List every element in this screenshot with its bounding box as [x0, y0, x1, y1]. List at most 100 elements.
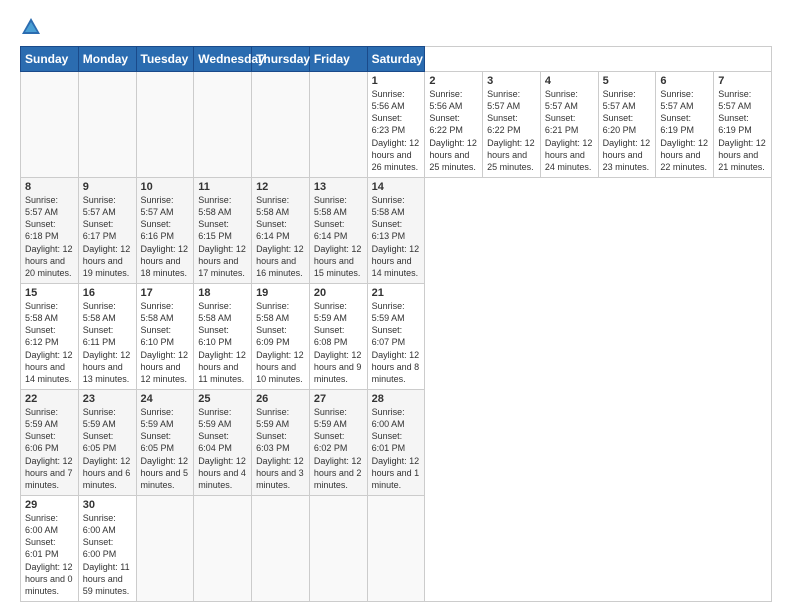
calendar-cell: 26Sunrise: 5:59 AMSunset: 6:03 PMDayligh… [252, 390, 310, 496]
calendar-cell: 17Sunrise: 5:58 AMSunset: 6:10 PMDayligh… [136, 284, 194, 390]
calendar-cell [194, 72, 252, 178]
day-number: 5 [603, 75, 652, 87]
calendar-week-row: 1Sunrise: 5:56 AMSunset: 6:23 PMDaylight… [21, 72, 772, 178]
day-info: Sunrise: 5:57 AMSunset: 6:20 PMDaylight:… [603, 88, 652, 173]
day-number: 21 [372, 287, 421, 299]
weekday-thursday: Thursday [252, 47, 310, 72]
calendar-cell: 13Sunrise: 5:58 AMSunset: 6:14 PMDayligh… [309, 178, 367, 284]
calendar-cell: 30Sunrise: 6:00 AMSunset: 6:00 PMDayligh… [78, 496, 136, 602]
day-number: 26 [256, 393, 305, 405]
calendar-cell: 8Sunrise: 5:57 AMSunset: 6:18 PMDaylight… [21, 178, 79, 284]
day-info: Sunrise: 5:59 AMSunset: 6:03 PMDaylight:… [256, 406, 305, 491]
calendar-cell [136, 72, 194, 178]
calendar-cell [309, 496, 367, 602]
day-info: Sunrise: 5:57 AMSunset: 6:22 PMDaylight:… [487, 88, 536, 173]
weekday-header-row: SundayMondayTuesdayWednesdayThursdayFrid… [21, 47, 772, 72]
day-info: Sunrise: 5:58 AMSunset: 6:14 PMDaylight:… [256, 194, 305, 279]
day-info: Sunrise: 5:59 AMSunset: 6:05 PMDaylight:… [141, 406, 190, 491]
calendar-body: 1Sunrise: 5:56 AMSunset: 6:23 PMDaylight… [21, 72, 772, 602]
calendar-week-row: 22Sunrise: 5:59 AMSunset: 6:06 PMDayligh… [21, 390, 772, 496]
calendar-cell: 27Sunrise: 5:59 AMSunset: 6:02 PMDayligh… [309, 390, 367, 496]
day-info: Sunrise: 5:58 AMSunset: 6:10 PMDaylight:… [141, 300, 190, 385]
day-info: Sunrise: 5:57 AMSunset: 6:17 PMDaylight:… [83, 194, 132, 279]
day-number: 14 [372, 181, 421, 193]
day-number: 9 [83, 181, 132, 193]
day-number: 29 [25, 499, 74, 511]
day-info: Sunrise: 5:59 AMSunset: 6:05 PMDaylight:… [83, 406, 132, 491]
calendar-cell: 2Sunrise: 5:56 AMSunset: 6:22 PMDaylight… [425, 72, 483, 178]
day-number: 6 [660, 75, 709, 87]
calendar-cell: 18Sunrise: 5:58 AMSunset: 6:10 PMDayligh… [194, 284, 252, 390]
calendar-cell: 22Sunrise: 5:59 AMSunset: 6:06 PMDayligh… [21, 390, 79, 496]
calendar-cell: 10Sunrise: 5:57 AMSunset: 6:16 PMDayligh… [136, 178, 194, 284]
weekday-sunday: Sunday [21, 47, 79, 72]
calendar-cell: 23Sunrise: 5:59 AMSunset: 6:05 PMDayligh… [78, 390, 136, 496]
calendar-cell: 21Sunrise: 5:59 AMSunset: 6:07 PMDayligh… [367, 284, 425, 390]
calendar-cell: 12Sunrise: 5:58 AMSunset: 6:14 PMDayligh… [252, 178, 310, 284]
calendar-cell: 19Sunrise: 5:58 AMSunset: 6:09 PMDayligh… [252, 284, 310, 390]
calendar-cell [78, 72, 136, 178]
day-number: 1 [372, 75, 421, 87]
calendar-cell [367, 496, 425, 602]
calendar-cell: 11Sunrise: 5:58 AMSunset: 6:15 PMDayligh… [194, 178, 252, 284]
day-info: Sunrise: 5:59 AMSunset: 6:04 PMDaylight:… [198, 406, 247, 491]
day-info: Sunrise: 5:57 AMSunset: 6:18 PMDaylight:… [25, 194, 74, 279]
day-info: Sunrise: 5:57 AMSunset: 6:21 PMDaylight:… [545, 88, 594, 173]
calendar-cell: 15Sunrise: 5:58 AMSunset: 6:12 PMDayligh… [21, 284, 79, 390]
day-info: Sunrise: 5:59 AMSunset: 6:08 PMDaylight:… [314, 300, 363, 385]
header [20, 16, 772, 38]
logo [20, 16, 46, 38]
day-info: Sunrise: 6:00 AMSunset: 6:01 PMDaylight:… [25, 512, 74, 597]
calendar-week-row: 15Sunrise: 5:58 AMSunset: 6:12 PMDayligh… [21, 284, 772, 390]
day-info: Sunrise: 5:59 AMSunset: 6:06 PMDaylight:… [25, 406, 74, 491]
day-info: Sunrise: 5:56 AMSunset: 6:23 PMDaylight:… [372, 88, 421, 173]
day-number: 18 [198, 287, 247, 299]
day-info: Sunrise: 6:00 AMSunset: 6:00 PMDaylight:… [83, 512, 132, 597]
calendar-cell: 5Sunrise: 5:57 AMSunset: 6:20 PMDaylight… [598, 72, 656, 178]
day-number: 8 [25, 181, 74, 193]
day-number: 2 [429, 75, 478, 87]
calendar-cell: 28Sunrise: 6:00 AMSunset: 6:01 PMDayligh… [367, 390, 425, 496]
day-number: 19 [256, 287, 305, 299]
day-number: 27 [314, 393, 363, 405]
day-info: Sunrise: 5:59 AMSunset: 6:02 PMDaylight:… [314, 406, 363, 491]
weekday-monday: Monday [78, 47, 136, 72]
day-info: Sunrise: 6:00 AMSunset: 6:01 PMDaylight:… [372, 406, 421, 491]
day-number: 7 [718, 75, 767, 87]
day-info: Sunrise: 5:58 AMSunset: 6:14 PMDaylight:… [314, 194, 363, 279]
calendar-cell [194, 496, 252, 602]
day-info: Sunrise: 5:58 AMSunset: 6:11 PMDaylight:… [83, 300, 132, 385]
calendar-cell: 6Sunrise: 5:57 AMSunset: 6:19 PMDaylight… [656, 72, 714, 178]
calendar-cell: 7Sunrise: 5:57 AMSunset: 6:19 PMDaylight… [714, 72, 772, 178]
day-number: 30 [83, 499, 132, 511]
weekday-friday: Friday [309, 47, 367, 72]
calendar-cell: 20Sunrise: 5:59 AMSunset: 6:08 PMDayligh… [309, 284, 367, 390]
calendar-cell: 4Sunrise: 5:57 AMSunset: 6:21 PMDaylight… [540, 72, 598, 178]
weekday-wednesday: Wednesday [194, 47, 252, 72]
calendar-cell: 29Sunrise: 6:00 AMSunset: 6:01 PMDayligh… [21, 496, 79, 602]
calendar-cell: 24Sunrise: 5:59 AMSunset: 6:05 PMDayligh… [136, 390, 194, 496]
calendar-cell [21, 72, 79, 178]
day-info: Sunrise: 5:58 AMSunset: 6:13 PMDaylight:… [372, 194, 421, 279]
day-number: 11 [198, 181, 247, 193]
calendar-cell: 16Sunrise: 5:58 AMSunset: 6:11 PMDayligh… [78, 284, 136, 390]
calendar-cell [252, 496, 310, 602]
day-number: 10 [141, 181, 190, 193]
day-number: 24 [141, 393, 190, 405]
calendar-week-row: 29Sunrise: 6:00 AMSunset: 6:01 PMDayligh… [21, 496, 772, 602]
calendar-cell: 14Sunrise: 5:58 AMSunset: 6:13 PMDayligh… [367, 178, 425, 284]
day-number: 16 [83, 287, 132, 299]
calendar-week-row: 8Sunrise: 5:57 AMSunset: 6:18 PMDaylight… [21, 178, 772, 284]
day-number: 15 [25, 287, 74, 299]
day-info: Sunrise: 5:56 AMSunset: 6:22 PMDaylight:… [429, 88, 478, 173]
day-number: 20 [314, 287, 363, 299]
day-number: 13 [314, 181, 363, 193]
day-info: Sunrise: 5:58 AMSunset: 6:12 PMDaylight:… [25, 300, 74, 385]
day-number: 25 [198, 393, 247, 405]
day-info: Sunrise: 5:57 AMSunset: 6:19 PMDaylight:… [718, 88, 767, 173]
calendar-header: SundayMondayTuesdayWednesdayThursdayFrid… [21, 47, 772, 72]
calendar-cell: 3Sunrise: 5:57 AMSunset: 6:22 PMDaylight… [483, 72, 541, 178]
calendar-page: SundayMondayTuesdayWednesdayThursdayFrid… [0, 0, 792, 612]
weekday-saturday: Saturday [367, 47, 425, 72]
calendar-cell [309, 72, 367, 178]
